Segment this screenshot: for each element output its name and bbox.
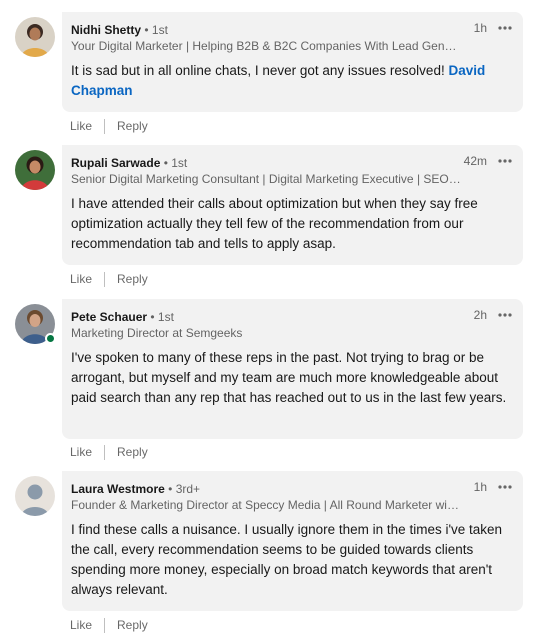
comment-text: I find these calls a nuisance. I usually… — [71, 522, 503, 597]
comment-timestamp: 2h — [473, 308, 487, 322]
ghost-person-icon — [15, 476, 55, 516]
action-divider — [104, 444, 106, 460]
comment-item: Pete Schauer • 1st Marketing Director at… — [0, 295, 535, 465]
commenter-headline: Senior Digital Marketing Consultant | Di… — [71, 172, 461, 186]
action-divider — [104, 617, 106, 633]
comment-text: I have attended their calls about optimi… — [71, 196, 478, 251]
commenter-name[interactable]: Nidhi Shetty — [71, 23, 141, 37]
connection-degree: • 1st — [144, 23, 168, 37]
comment-item: Rupali Sarwade • 1st Senior Digital Mark… — [0, 140, 535, 295]
comment-item: Laura Westmore • 3rd+ Founder & Marketin… — [0, 465, 535, 643]
connection-degree: • 1st — [150, 310, 174, 324]
commenter-headline: Your Digital Marketer | Helping B2B & B2… — [71, 39, 461, 53]
comment-actions: Like Reply — [70, 443, 148, 461]
comment-item: Nidhi Shetty • 1st Your Digital Marketer… — [0, 0, 535, 140]
action-divider — [104, 118, 106, 134]
reply-button[interactable]: Reply — [117, 444, 148, 460]
comment-timestamp: 42m — [463, 154, 487, 168]
connection-degree: • 3rd+ — [168, 482, 201, 496]
reply-button[interactable]: Reply — [117, 271, 148, 287]
like-button[interactable]: Like — [70, 271, 92, 287]
comment-timestamp: 1h — [473, 480, 487, 494]
like-button[interactable]: Like — [70, 617, 92, 633]
like-button[interactable]: Like — [70, 444, 92, 460]
more-options-icon[interactable] — [496, 478, 514, 496]
comment-text: It is sad but in all online chats, I nev… — [71, 63, 486, 98]
commenter-headline: Founder & Marketing Director at Speccy M… — [71, 498, 461, 512]
profile-photo — [15, 17, 55, 57]
comment-bubble: Pete Schauer • 1st Marketing Director at… — [62, 299, 523, 439]
profile-photo — [15, 150, 55, 190]
commenter-headline: Marketing Director at Semgeeks — [71, 326, 243, 340]
comment-actions: Like Reply — [70, 270, 148, 288]
avatar[interactable] — [15, 476, 55, 516]
comment-bubble: Nidhi Shetty • 1st Your Digital Marketer… — [62, 12, 523, 112]
commenter-name[interactable]: Laura Westmore — [71, 482, 165, 496]
like-button[interactable]: Like — [70, 118, 92, 134]
connection-degree: • 1st — [163, 156, 188, 170]
more-options-icon[interactable] — [496, 306, 514, 324]
commenter-name[interactable]: Pete Schauer — [71, 310, 147, 324]
comment-bubble: Laura Westmore • 3rd+ Founder & Marketin… — [62, 471, 523, 611]
comment-actions: Like Reply — [70, 117, 148, 135]
comment-actions: Like Reply — [70, 616, 148, 634]
commenter-name[interactable]: Rupali Sarwade — [71, 156, 160, 170]
avatar[interactable] — [15, 150, 55, 190]
action-divider — [104, 271, 106, 287]
online-status-indicator — [45, 333, 56, 344]
comment-text: I've spoken to many of these reps in the… — [71, 350, 507, 405]
reply-button[interactable]: Reply — [117, 617, 148, 633]
more-options-icon[interactable] — [496, 19, 514, 37]
comment-timestamp: 1h — [473, 21, 487, 35]
reply-button[interactable]: Reply — [117, 118, 148, 134]
avatar[interactable] — [15, 17, 55, 57]
more-options-icon[interactable] — [496, 152, 514, 170]
comment-bubble: Rupali Sarwade • 1st Senior Digital Mark… — [62, 145, 523, 265]
